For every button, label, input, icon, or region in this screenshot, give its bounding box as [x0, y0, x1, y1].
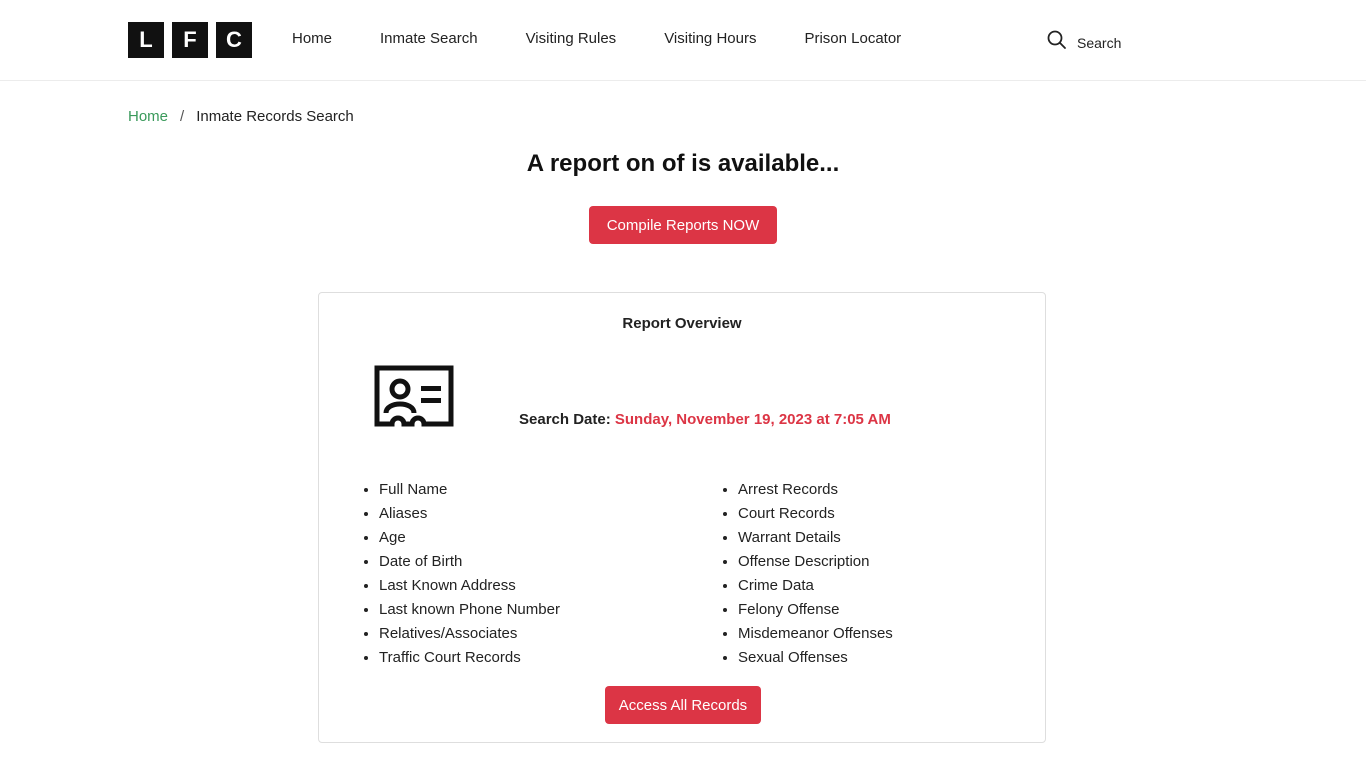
- search-button[interactable]: Search: [1047, 30, 1121, 55]
- nav-visiting-hours[interactable]: Visiting Hours: [664, 30, 756, 47]
- search-label: Search: [1077, 34, 1122, 51]
- list-item: Offense Description: [738, 550, 893, 574]
- access-all-records-button[interactable]: Access All Records: [605, 686, 761, 724]
- list-item: Traffic Court Records: [379, 646, 560, 670]
- report-items-right: Arrest Records Court Records Warrant Det…: [718, 478, 893, 670]
- list-item: Arrest Records: [738, 478, 893, 502]
- page-headline: A report on of is available...: [526, 150, 840, 177]
- breadcrumb-home[interactable]: Home: [128, 108, 168, 125]
- list-item: Warrant Details: [738, 526, 893, 550]
- list-item: Crime Data: [738, 574, 893, 598]
- search-date-label: Search Date:: [519, 411, 611, 428]
- list-item: Felony Offense: [738, 598, 893, 622]
- list-item: Court Records: [738, 502, 893, 526]
- nav-inmate-search[interactable]: Inmate Search: [380, 30, 478, 47]
- compile-reports-button[interactable]: Compile Reports NOW: [589, 206, 777, 244]
- list-item: Sexual Offenses: [738, 646, 893, 670]
- site-logo[interactable]: L F C: [128, 22, 252, 58]
- list-item: Date of Birth: [379, 550, 560, 574]
- report-items-left: Full Name Aliases Age Date of Birth Last…: [359, 478, 560, 670]
- card-title: Report Overview: [622, 315, 742, 332]
- breadcrumb: Home / Inmate Records Search: [128, 108, 354, 125]
- nav-prison-locator[interactable]: Prison Locator: [804, 30, 901, 47]
- list-item: Aliases: [379, 502, 560, 526]
- search-icon: [1047, 30, 1067, 55]
- list-item: Misdemeanor Offenses: [738, 622, 893, 646]
- logo-letter-l: L: [128, 22, 164, 58]
- id-card-icon: [374, 365, 454, 432]
- list-item: Age: [379, 526, 560, 550]
- list-item: Full Name: [379, 478, 560, 502]
- report-overview-card: Report Overview Search Date: Sunday, Nov…: [318, 292, 1046, 743]
- logo-letter-c: C: [216, 22, 252, 58]
- list-item: Relatives/Associates: [379, 622, 560, 646]
- logo-letter-f: F: [172, 22, 208, 58]
- list-item: Last known Phone Number: [379, 598, 560, 622]
- breadcrumb-current: Inmate Records Search: [196, 108, 354, 125]
- breadcrumb-separator: /: [180, 108, 185, 125]
- nav-visiting-rules[interactable]: Visiting Rules: [526, 30, 617, 47]
- search-date-value: Sunday, November 19, 2023 at 7:05 AM: [614, 411, 891, 428]
- search-date: Search Date: Sunday, November 19, 2023 a…: [519, 411, 891, 428]
- nav-home[interactable]: Home: [292, 30, 332, 47]
- list-item: Last Known Address: [379, 574, 560, 598]
- site-header: L F C Home Inmate Search Visiting Rules …: [0, 0, 1366, 81]
- main-nav: Home Inmate Search Visiting Rules Visiti…: [292, 30, 901, 47]
